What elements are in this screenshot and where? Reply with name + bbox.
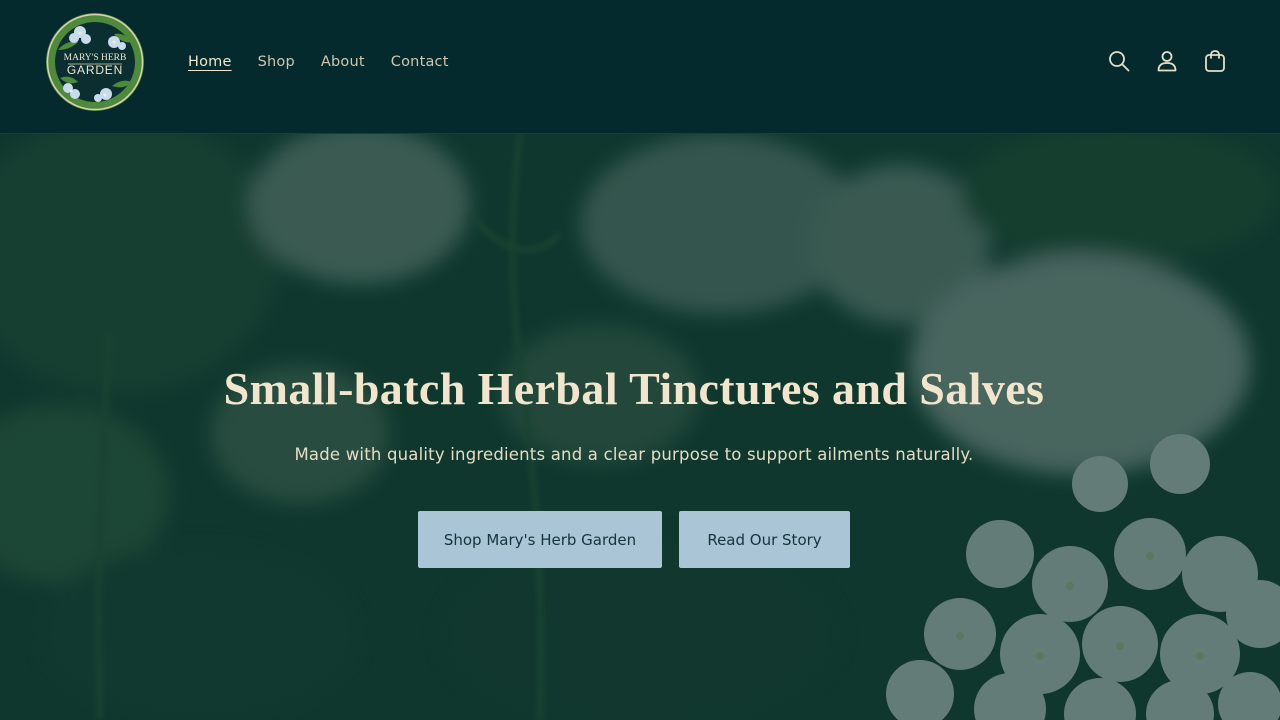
search-icon[interactable] [1106, 46, 1132, 76]
site-header: MARY'S HERB GARDEN Home Shop About Conta… [0, 0, 1280, 134]
hero-banner: Small-batch Herbal Tinctures and Salves … [0, 134, 1280, 720]
header-icons [1106, 46, 1228, 76]
logo-line1: MARY'S HERB [64, 53, 127, 63]
nav-contact[interactable]: Contact [391, 50, 449, 74]
nav-home[interactable]: Home [188, 50, 232, 74]
nav-about[interactable]: About [321, 50, 365, 74]
main-nav: Home Shop About Contact [188, 50, 449, 74]
hero-content: Small-batch Herbal Tinctures and Salves … [0, 134, 1280, 720]
brand-logo[interactable]: MARY'S HERB GARDEN [44, 12, 146, 112]
cart-icon[interactable] [1202, 46, 1228, 76]
read-story-button[interactable]: Read Our Story [679, 511, 850, 568]
hero-title: Small-batch Herbal Tinctures and Salves [223, 363, 1045, 414]
logo-emblem: MARY'S HERB GARDEN [46, 13, 144, 111]
shop-button[interactable]: Shop Mary's Herb Garden [418, 511, 662, 568]
logo-line2: GARDEN [67, 63, 123, 77]
nav-shop[interactable]: Shop [258, 50, 295, 74]
account-icon[interactable] [1154, 46, 1180, 76]
hero-subtitle: Made with quality ingredients and a clea… [294, 445, 974, 464]
